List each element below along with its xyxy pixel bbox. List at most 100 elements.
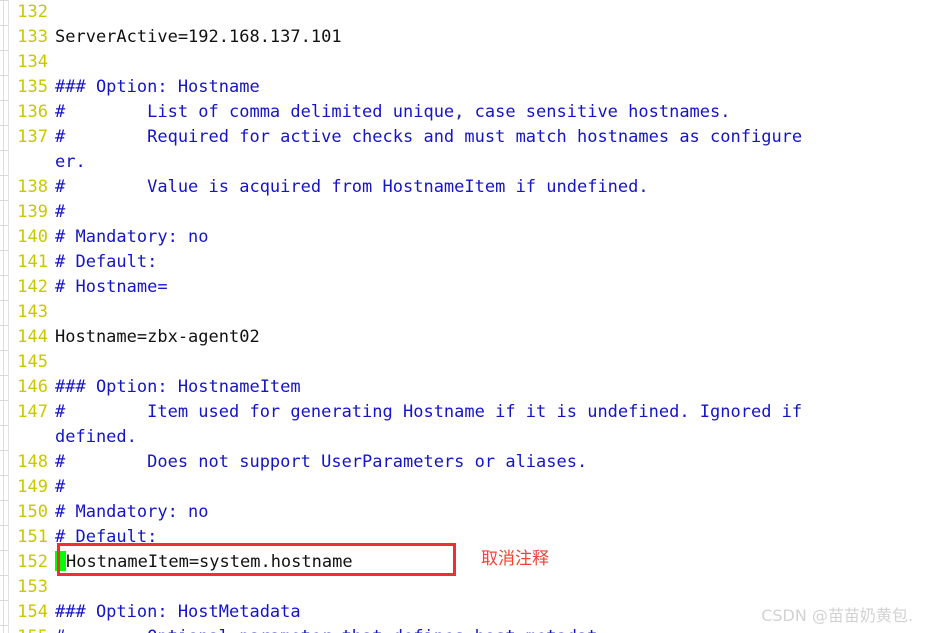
line-content[interactable]: # Mandatory: no: [55, 225, 925, 250]
line-content[interactable]: Hostname=zbx-agent02: [55, 325, 925, 350]
line-number: 132: [17, 2, 48, 22]
code-line[interactable]: 150 # Mandatory: no: [9, 500, 925, 525]
gutter-tick: [0, 275, 9, 276]
gutter-tick: [0, 75, 9, 76]
editor-gutter-rail[interactable]: [0, 0, 9, 633]
code-line[interactable]: 141 # Default:: [9, 250, 925, 275]
code-line[interactable]: 147 # Item used for generating Hostname i…: [9, 400, 925, 425]
line-content-wrapped[interactable]: er.: [55, 150, 925, 175]
line-content[interactable]: # Optional parameter that defines host m…: [55, 625, 925, 633]
gutter-tick: [0, 450, 9, 451]
gutter-tick: [0, 400, 9, 401]
line-content[interactable]: # Does not support UserParameters or ali…: [55, 450, 925, 475]
line-number: 145: [17, 352, 48, 372]
line-number: 139: [17, 202, 48, 222]
line-number: 138: [17, 177, 48, 197]
line-number: 150: [17, 502, 48, 522]
code-line[interactable]: 145: [9, 350, 925, 375]
gutter-tick: [0, 0, 9, 1]
gutter-tick: [0, 500, 9, 501]
line-content[interactable]: # Required for active checks and must ma…: [55, 125, 925, 150]
gutter-tick: [0, 100, 9, 101]
line-content[interactable]: # List of comma delimited unique, case s…: [55, 100, 925, 125]
code-lines-container[interactable]: 132 133 ServerActive=192.168.137.101 134 135…: [9, 0, 925, 633]
gutter-tick: [0, 150, 9, 151]
line-number: 133: [17, 27, 48, 47]
line-number-placeholder: [9, 150, 55, 175]
line-number: 142: [17, 277, 48, 297]
text-cursor-block: [55, 551, 66, 571]
line-content-wrapped[interactable]: defined.: [55, 425, 925, 450]
code-line[interactable]: 138 # Value is acquired from HostnameItem…: [9, 175, 925, 200]
code-line-wrap[interactable]: er.: [9, 150, 925, 175]
code-line[interactable]: 142 # Hostname=: [9, 275, 925, 300]
gutter-tick: [0, 250, 9, 251]
code-line[interactable]: 133 ServerActive=192.168.137.101: [9, 25, 925, 50]
line-number: 143: [17, 302, 48, 322]
gutter-tick: [0, 325, 9, 326]
code-line[interactable]: 136 # List of comma delimited unique, cas…: [9, 100, 925, 125]
line-number: 134: [17, 52, 48, 72]
gutter-tick: [0, 25, 9, 26]
gutter-tick: [0, 625, 9, 626]
code-line[interactable]: 134: [9, 50, 925, 75]
code-line[interactable]: 146 ### Option: HostnameItem: [9, 375, 925, 400]
gutter-tick: [0, 375, 9, 376]
line-number: 136: [17, 102, 48, 122]
gutter-tick: [0, 50, 9, 51]
gutter-divider-line: [3, 0, 4, 633]
line-content[interactable]: ### Option: HostnameItem: [55, 375, 925, 400]
gutter-tick: [0, 475, 9, 476]
csdn-watermark: CSDN @苗苗奶黄包.: [761, 606, 913, 625]
line-content[interactable]: # Default:: [55, 250, 925, 275]
line-number: 154: [17, 602, 48, 622]
line-number: 149: [17, 477, 48, 497]
code-line[interactable]: 135 ### Option: Hostname: [9, 75, 925, 100]
line-number: 141: [17, 252, 48, 272]
code-line[interactable]: 144 Hostname=zbx-agent02: [9, 325, 925, 350]
line-content[interactable]: #: [55, 475, 925, 500]
code-line[interactable]: 140 # Mandatory: no: [9, 225, 925, 250]
line-content[interactable]: ServerActive=192.168.137.101: [55, 25, 925, 50]
code-line[interactable]: 151 # Default:: [9, 525, 925, 550]
gutter-tick: [0, 200, 9, 201]
code-line[interactable]: 143: [9, 300, 925, 325]
code-line[interactable]: 132: [9, 0, 925, 25]
code-line[interactable]: 155# Optional parameter that defines hos…: [9, 625, 925, 633]
line-number: 152: [17, 552, 48, 572]
line-number: 148: [17, 452, 48, 472]
line-content[interactable]: # Value is acquired from HostnameItem if…: [55, 175, 925, 200]
line-content[interactable]: # Default:: [55, 525, 925, 550]
gutter-tick: [0, 175, 9, 176]
code-line[interactable]: 148 # Does not support UserParameters or …: [9, 450, 925, 475]
gutter-tick: [0, 350, 9, 351]
code-line-wrap[interactable]: defined.: [9, 425, 925, 450]
gutter-tick: [0, 425, 9, 426]
line-number: 155: [9, 625, 55, 633]
code-line[interactable]: 137 # Required for active checks and must…: [9, 125, 925, 150]
line-content[interactable]: ### Option: Hostname: [55, 75, 925, 100]
line-content[interactable]: # Mandatory: no: [55, 500, 925, 525]
line-number: 144: [17, 327, 48, 347]
line-number: 146: [17, 377, 48, 397]
line-number: 153: [17, 577, 48, 597]
line-number: 137: [17, 127, 48, 147]
line-content[interactable]: # Hostname=: [55, 275, 925, 300]
line-content[interactable]: # Item used for generating Hostname if i…: [55, 400, 925, 425]
line-number: 147: [17, 402, 48, 422]
gutter-tick: [0, 600, 9, 601]
line-number: 140: [17, 227, 48, 247]
code-line[interactable]: 152 HostnameItem=system.hostname: [9, 550, 925, 575]
gutter-tick: [0, 125, 9, 126]
gutter-tick: [0, 300, 9, 301]
code-editor-view: 132 133 ServerActive=192.168.137.101 134 135…: [0, 0, 925, 633]
line-number-placeholder: [9, 425, 55, 450]
code-line[interactable]: 139 #: [9, 200, 925, 225]
gutter-tick: [0, 525, 9, 526]
gutter-tick: [0, 550, 9, 551]
code-line[interactable]: 153: [9, 575, 925, 600]
annotation-label: 取消注释: [481, 549, 549, 569]
gutter-tick: [0, 225, 9, 226]
line-content[interactable]: #: [55, 200, 925, 225]
code-line[interactable]: 149 #: [9, 475, 925, 500]
